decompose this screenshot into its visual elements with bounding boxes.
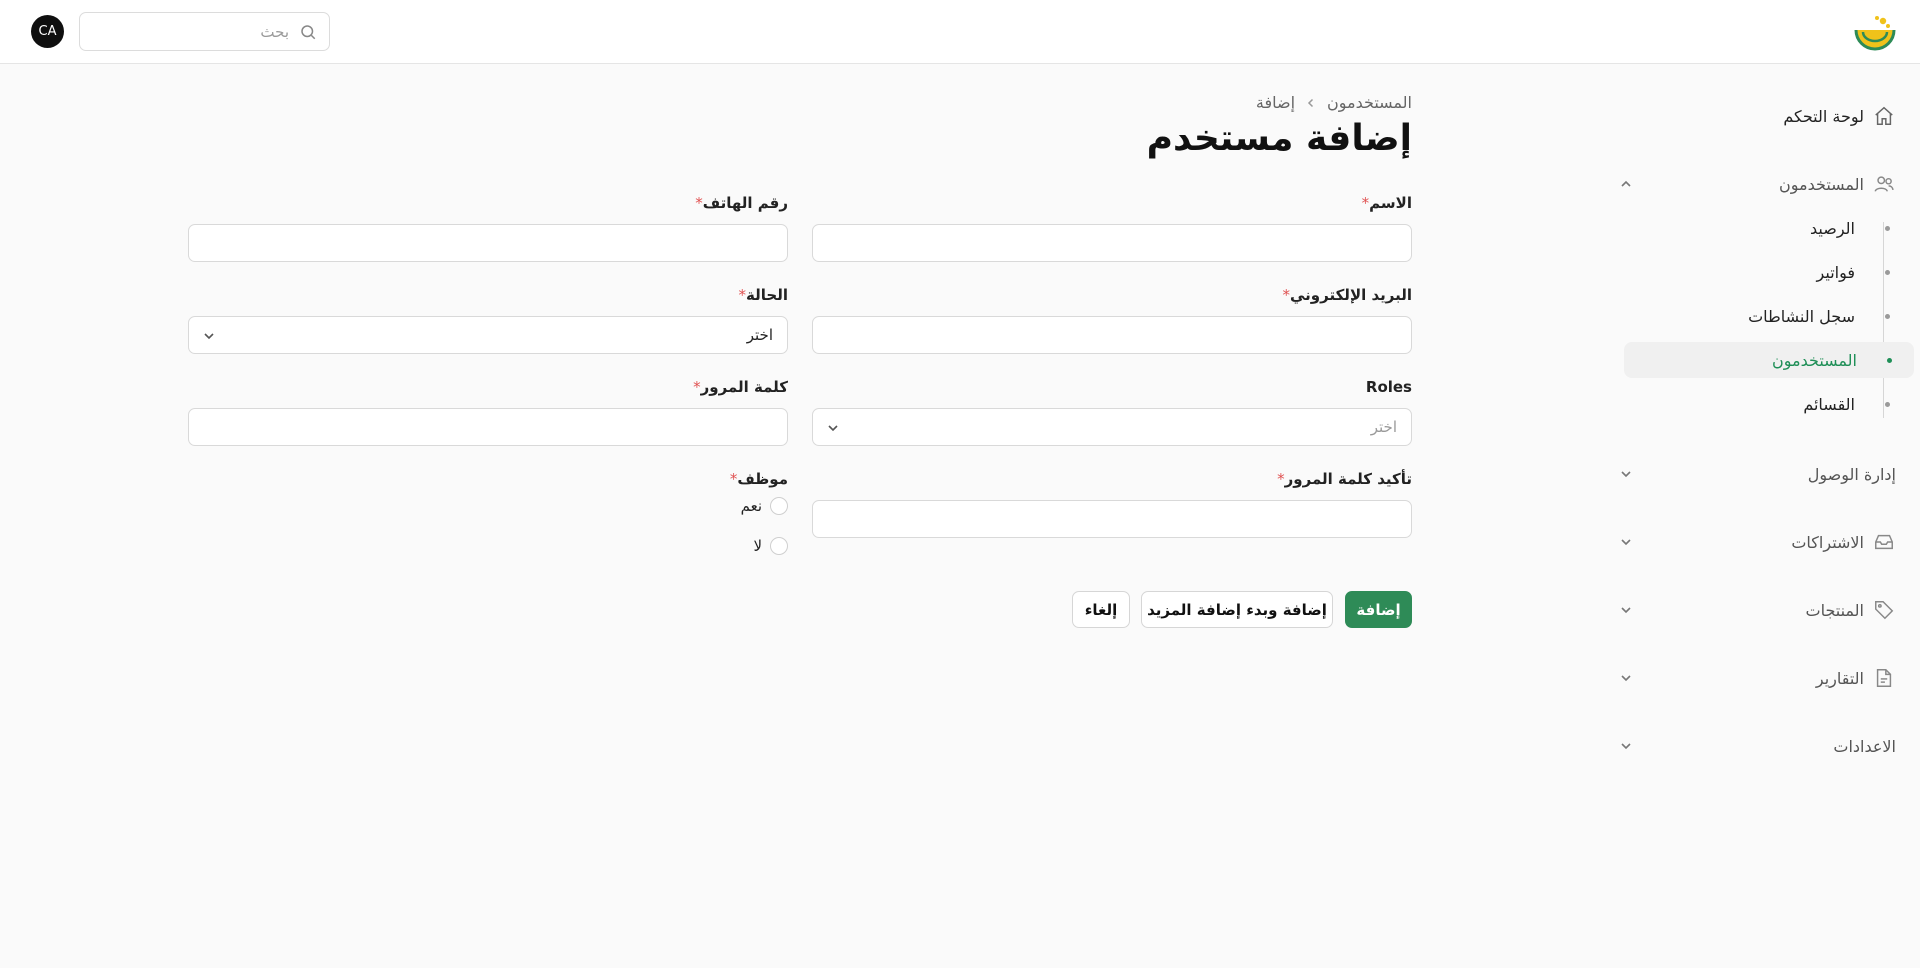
sidebar-item-subscriptions[interactable]: الاشتراكات bbox=[1616, 522, 1896, 562]
submenu-item-label: فواتير bbox=[1816, 262, 1855, 282]
submenu-item-coupons[interactable]: القسائم bbox=[1624, 386, 1890, 422]
employee-label: موظف* bbox=[729, 470, 788, 488]
roles-label: Roles bbox=[1365, 378, 1412, 396]
add-and-more-button[interactable]: إضافة وبدء إضافة المزيد bbox=[1141, 591, 1333, 628]
employee-no-label: لا bbox=[753, 537, 762, 555]
search-icon bbox=[301, 25, 316, 40]
archive-icon bbox=[1872, 530, 1896, 554]
chevron-up-icon[interactable] bbox=[1618, 176, 1634, 192]
chevron-down-icon bbox=[204, 333, 214, 340]
breadcrumb: المستخدمون إضافة bbox=[1256, 93, 1412, 112]
tag-icon bbox=[1872, 598, 1896, 622]
logo-icon[interactable] bbox=[1853, 14, 1897, 52]
confirm-password-input[interactable] bbox=[812, 500, 1412, 538]
submenu-item-invoices[interactable]: فواتير bbox=[1624, 254, 1890, 290]
sidebar-item-settings[interactable]: الاعدادات bbox=[1616, 726, 1896, 766]
status-label: الحالة* bbox=[738, 286, 788, 304]
email-field-group: البريد الإلكتروني* bbox=[812, 286, 1412, 354]
search-box[interactable] bbox=[79, 12, 330, 51]
name-input[interactable] bbox=[812, 224, 1412, 262]
employee-yes-label: نعم bbox=[740, 497, 762, 515]
home-icon bbox=[1872, 104, 1896, 128]
submenu-item-balance[interactable]: الرصيد bbox=[1624, 210, 1890, 246]
sidebar-item-dashboard[interactable]: لوحة التحكم bbox=[1616, 96, 1896, 136]
phone-field-group: رقم الهاتف* bbox=[188, 194, 788, 262]
sidebar-item-label: الاعدادات bbox=[1833, 736, 1896, 756]
password-label: كلمة المرور* bbox=[693, 378, 788, 396]
breadcrumb-current: إضافة bbox=[1255, 93, 1296, 112]
sidebar-item-label: الاشتراكات bbox=[1791, 532, 1864, 552]
chevron-left-icon bbox=[1305, 97, 1317, 109]
chevron-down-icon[interactable] bbox=[1618, 534, 1634, 550]
email-input[interactable] bbox=[812, 316, 1412, 354]
breadcrumb-parent-link[interactable]: المستخدمون bbox=[1327, 93, 1412, 112]
chevron-down-icon bbox=[828, 425, 838, 432]
chevron-down-icon[interactable] bbox=[1618, 602, 1634, 618]
bullet-icon bbox=[1885, 269, 1890, 275]
users-icon bbox=[1872, 172, 1896, 196]
password-field-group: كلمة المرور* bbox=[188, 378, 788, 446]
chevron-down-icon[interactable] bbox=[1618, 670, 1634, 686]
employee-no-option[interactable]: لا bbox=[188, 536, 788, 556]
bullet-icon bbox=[1885, 225, 1890, 231]
page-title: إضافة مستخدم bbox=[1146, 118, 1412, 159]
sidebar-item-reports[interactable]: التقارير bbox=[1616, 658, 1896, 698]
avatar[interactable]: CA bbox=[31, 15, 64, 48]
chevron-down-icon[interactable] bbox=[1618, 738, 1634, 754]
roles-field-group: Roles اختر bbox=[812, 378, 1412, 446]
sidebar-item-label: لوحة التحكم bbox=[1783, 106, 1864, 126]
status-field-group: الحالة* اختر bbox=[188, 286, 788, 354]
bullet-icon bbox=[1887, 357, 1892, 363]
cancel-button[interactable]: إلغاء bbox=[1072, 591, 1130, 628]
add-button[interactable]: إضافة bbox=[1345, 591, 1412, 628]
document-icon bbox=[1872, 666, 1896, 690]
employee-field-group: موظف* نعم لا bbox=[188, 470, 788, 576]
confirm-password-label: تأكيد كلمة المرور* bbox=[1277, 470, 1412, 488]
sidebar: لوحة التحكم المستخدمون الرصيد فواتير سجل… bbox=[1600, 64, 1920, 968]
phone-input[interactable] bbox=[188, 224, 788, 262]
confirm-password-field-group: تأكيد كلمة المرور* bbox=[812, 470, 1412, 538]
search-input[interactable] bbox=[99, 13, 289, 50]
submenu-item-users[interactable]: المستخدمون bbox=[1624, 342, 1914, 378]
radio-button[interactable] bbox=[770, 497, 788, 515]
top-bar: CA bbox=[0, 0, 1920, 64]
chevron-down-icon[interactable] bbox=[1618, 466, 1634, 482]
sidebar-item-products[interactable]: المنتجات bbox=[1616, 590, 1896, 630]
submenu-item-activity-log[interactable]: سجل النشاطات bbox=[1624, 298, 1890, 334]
submenu-item-label: المستخدمون bbox=[1772, 350, 1857, 370]
roles-select-placeholder: اختر bbox=[1370, 418, 1397, 436]
password-input[interactable] bbox=[188, 408, 788, 446]
phone-label: رقم الهاتف* bbox=[695, 194, 788, 212]
sidebar-item-users[interactable]: المستخدمون bbox=[1616, 164, 1896, 204]
roles-select[interactable]: اختر bbox=[812, 408, 1412, 446]
sidebar-item-access-management[interactable]: إدارة الوصول bbox=[1616, 454, 1896, 494]
submenu-item-label: القسائم bbox=[1803, 394, 1855, 414]
employee-yes-option[interactable]: نعم bbox=[188, 496, 788, 516]
bullet-icon bbox=[1885, 401, 1890, 407]
sidebar-item-label: المنتجات bbox=[1805, 600, 1865, 620]
name-label: الاسم* bbox=[1361, 194, 1412, 212]
bullet-icon bbox=[1885, 313, 1890, 319]
radio-button[interactable] bbox=[770, 537, 788, 555]
sidebar-item-label: إدارة الوصول bbox=[1807, 464, 1896, 484]
status-select-value: اختر bbox=[746, 326, 773, 344]
sidebar-item-label: التقارير bbox=[1815, 668, 1864, 688]
status-select[interactable]: اختر bbox=[188, 316, 788, 354]
name-field-group: الاسم* bbox=[812, 194, 1412, 262]
submenu-item-label: الرصيد bbox=[1810, 218, 1855, 238]
submenu-item-label: سجل النشاطات bbox=[1748, 306, 1855, 326]
sidebar-item-label: المستخدمون bbox=[1779, 174, 1864, 194]
email-label: البريد الإلكتروني* bbox=[1282, 286, 1413, 304]
